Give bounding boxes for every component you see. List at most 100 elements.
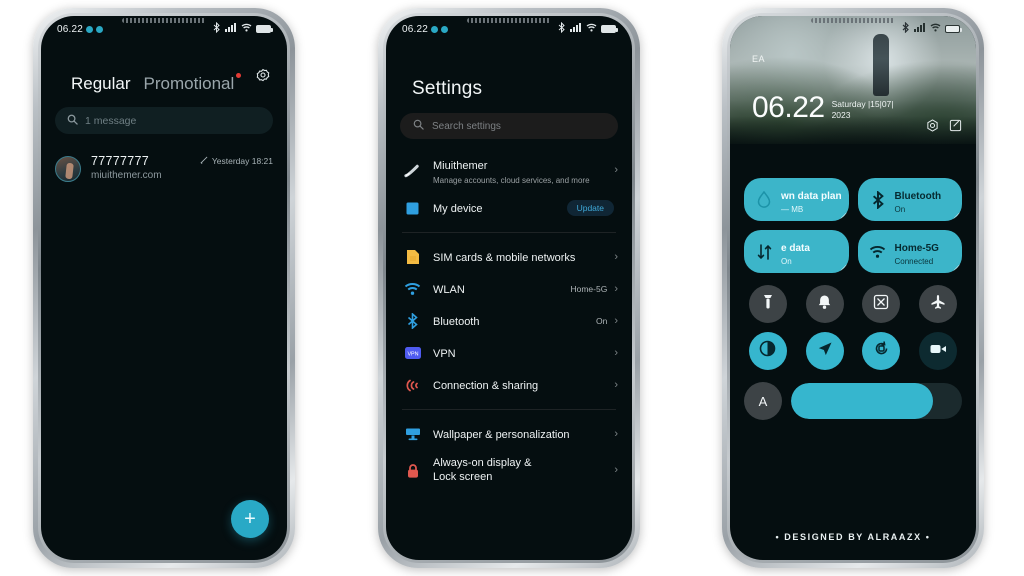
search-icon bbox=[413, 119, 424, 133]
tab-regular[interactable]: Regular bbox=[71, 74, 131, 94]
gear-icon[interactable] bbox=[255, 68, 271, 84]
phone1-screen: 06.22 Regular Promotional 1 message 7777… bbox=[41, 16, 287, 560]
settings-item-text: WLAN bbox=[433, 280, 570, 298]
screen-record-icon bbox=[930, 342, 947, 360]
settings-item-label: My device bbox=[433, 203, 483, 215]
tab-promotional-label: Promotional bbox=[143, 74, 235, 93]
settings-item-bluetooth[interactable]: Bluetooth On › bbox=[386, 305, 632, 337]
tile-subtitle: Connected bbox=[894, 256, 934, 266]
bluetooth-icon bbox=[558, 21, 566, 36]
battery-icon bbox=[256, 25, 273, 33]
settings-search-input[interactable]: Search settings bbox=[400, 113, 618, 139]
connection-sharing-icon bbox=[404, 378, 421, 393]
tile-title: Home-5G bbox=[894, 242, 939, 254]
tile-subtitle: — MB bbox=[781, 204, 804, 214]
toggle-location[interactable] bbox=[805, 332, 844, 370]
camera-icon[interactable] bbox=[926, 119, 939, 137]
settings-item-value: On bbox=[595, 316, 608, 326]
settings-list: Miuithemer Manage accounts, cloud servic… bbox=[386, 139, 632, 492]
settings-search-placeholder: Search settings bbox=[432, 120, 501, 132]
settings-item-text: Connection & sharing bbox=[433, 376, 607, 394]
plus-icon: + bbox=[244, 507, 256, 530]
brightness-slider[interactable] bbox=[791, 383, 962, 419]
bell-icon bbox=[817, 294, 832, 315]
settings-item-label: Wallpaper & personalization bbox=[433, 429, 570, 441]
tile-title: wn data plan bbox=[781, 190, 842, 202]
tile-wlan[interactable]: Home-5G Connected bbox=[857, 230, 962, 273]
earpiece-speaker bbox=[122, 18, 206, 23]
tab-promotional[interactable]: Promotional bbox=[143, 73, 242, 94]
wifi-icon bbox=[241, 23, 252, 35]
settings-item-value: Home-5G bbox=[570, 284, 608, 294]
settings-item-label: Always-on display & Lock screen bbox=[433, 457, 532, 483]
designer-credit: • DESIGNED BY ALRAAZX • bbox=[775, 532, 931, 542]
wifi-icon bbox=[869, 245, 887, 259]
status-dot-2 bbox=[96, 25, 104, 33]
status-dot-1 bbox=[86, 25, 94, 33]
status-bar-left: 06.22 bbox=[402, 24, 449, 35]
quick-settings-tiles: wn data plan — MB Bluetooth On e data On… bbox=[730, 178, 976, 273]
settings-item-wallpaper[interactable]: Wallpaper & personalization › bbox=[386, 418, 632, 450]
signal-icon bbox=[225, 23, 237, 35]
search-icon bbox=[67, 114, 78, 128]
wallpaper-icon bbox=[404, 427, 421, 441]
tile-text: e data On bbox=[781, 238, 838, 266]
phone-bezel: 06.22 bbox=[38, 13, 290, 563]
toggle-auto-rotate[interactable] bbox=[862, 332, 901, 370]
chevron-right-icon: › bbox=[614, 164, 618, 176]
message-body: 77777777 Yesterday 18:21 miuithemer.com bbox=[91, 154, 273, 181]
chevron-right-icon: › bbox=[614, 346, 618, 359]
toggle-screen-record[interactable] bbox=[919, 332, 958, 370]
settings-item-text: My device bbox=[433, 199, 567, 217]
sim-card-icon bbox=[404, 249, 421, 265]
search-input[interactable]: 1 message bbox=[55, 107, 273, 134]
update-badge[interactable]: Update bbox=[566, 200, 614, 216]
battery-icon bbox=[945, 25, 962, 33]
toggle-screenshot[interactable] bbox=[862, 285, 901, 323]
settings-item-aod-lock[interactable]: Always-on display & Lock screen › bbox=[386, 450, 632, 492]
new-message-fab[interactable]: + bbox=[231, 500, 269, 538]
toggle-flashlight[interactable] bbox=[748, 285, 787, 323]
settings-item-sim-cards[interactable]: SIM cards & mobile networks › bbox=[386, 241, 632, 273]
lockscreen-shortcuts bbox=[926, 119, 962, 137]
airplane-icon bbox=[930, 294, 946, 315]
tile-bluetooth[interactable]: Bluetooth On bbox=[857, 178, 962, 221]
settings-item-vpn[interactable]: VPN VPN › bbox=[386, 337, 632, 369]
status-bar-right bbox=[558, 21, 618, 36]
settings-item-label: VPN bbox=[433, 348, 456, 360]
tile-title: e data bbox=[781, 242, 810, 254]
carrier-label: EA bbox=[752, 54, 766, 64]
settings-item-connection-sharing[interactable]: Connection & sharing › bbox=[386, 369, 632, 401]
data-plan-icon bbox=[755, 191, 773, 208]
brightness-fill bbox=[791, 383, 933, 419]
bluetooth-icon bbox=[869, 190, 887, 209]
brightness-row: A bbox=[730, 382, 976, 420]
toggle-dark-mode[interactable] bbox=[748, 332, 787, 370]
wifi-icon bbox=[586, 23, 597, 35]
settings-item-my-device[interactable]: My device Update bbox=[386, 192, 632, 224]
phone-bezel: 06.22 bbox=[383, 13, 635, 563]
settings-item-text: VPN bbox=[433, 344, 607, 362]
toggle-ringer[interactable] bbox=[805, 285, 844, 323]
chevron-right-icon: › bbox=[614, 250, 618, 263]
chevron-right-icon: › bbox=[614, 427, 618, 440]
message-tabs: Regular Promotional bbox=[41, 42, 287, 94]
tile-data-plan[interactable]: wn data plan — MB bbox=[744, 178, 849, 221]
location-icon bbox=[817, 341, 833, 362]
device-square-icon bbox=[404, 202, 421, 215]
svg-text:VPN: VPN bbox=[407, 351, 418, 357]
settings-item-text: Wallpaper & personalization bbox=[433, 425, 614, 443]
tile-mobile-data[interactable]: e data On bbox=[744, 230, 849, 273]
bluetooth-icon bbox=[404, 313, 421, 329]
note-edit-icon[interactable] bbox=[949, 119, 962, 137]
settings-item-text: Miuithemer Manage accounts, cloud servic… bbox=[433, 156, 614, 185]
auto-brightness-toggle[interactable]: A bbox=[744, 382, 782, 420]
toggle-airplane[interactable] bbox=[919, 285, 958, 323]
unread-dot bbox=[236, 73, 242, 78]
settings-item-wlan[interactable]: WLAN Home-5G › bbox=[386, 273, 632, 305]
settings-item-account[interactable]: Miuithemer Manage accounts, cloud servic… bbox=[386, 149, 632, 192]
chevron-right-icon: › bbox=[614, 378, 618, 391]
divider bbox=[402, 232, 616, 233]
message-header: 77777777 Yesterday 18:21 bbox=[91, 154, 273, 168]
list-item[interactable]: 77777777 Yesterday 18:21 miuithemer.com bbox=[41, 134, 287, 182]
